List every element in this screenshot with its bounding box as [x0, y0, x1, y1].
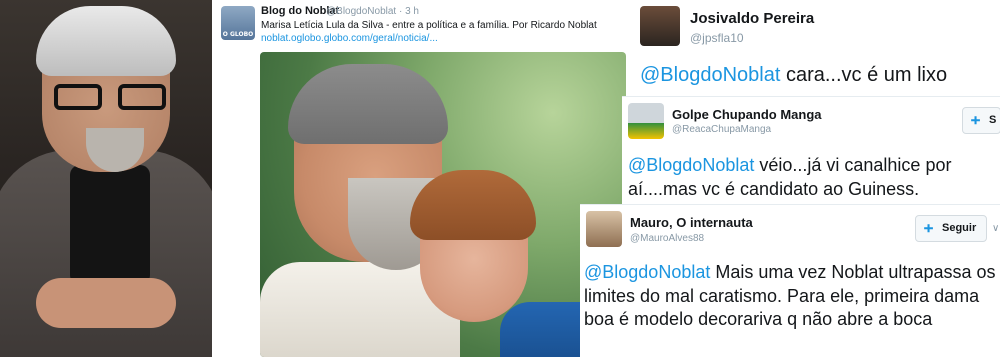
- reply-author-handle[interactable]: @jpsfla10: [690, 31, 744, 45]
- reply-text: @BlogdoNoblat véio...já vi canalhice por…: [628, 153, 1000, 201]
- tweet-time: · 3 h: [398, 6, 419, 17]
- follow-button[interactable]: ➕︎ S: [962, 107, 1000, 134]
- photo-man-hair: [288, 64, 448, 144]
- reply-text: @BlogdoNoblat Mais uma vez Noblat ultrap…: [584, 261, 1000, 332]
- handle-text: @BlogdoNoblat: [326, 6, 397, 17]
- portrait-hands: [36, 278, 176, 328]
- reply-card[interactable]: Golpe Chupando Manga @ReacaChupaManga ➕︎…: [622, 96, 1000, 204]
- follow-button-label: S: [989, 114, 997, 126]
- person-plus-icon: ➕︎: [971, 113, 981, 127]
- tweet-photo[interactable]: [260, 52, 626, 357]
- reply-card[interactable]: Mauro, O internauta @MauroAlves88 ➕︎ Seg…: [580, 204, 1000, 357]
- blog-avatar[interactable]: O GLOBO: [221, 6, 255, 40]
- follow-button-label: Seguir: [942, 222, 977, 234]
- main-tweet[interactable]: O GLOBO Blog do Noblat @BlogdoNoblat · 3…: [212, 0, 632, 357]
- reply-card[interactable]: Josivaldo Pereira @jpsfla10 @BlogdoNobla…: [632, 0, 1000, 96]
- reply-avatar[interactable]: [628, 103, 664, 139]
- chevron-down-icon[interactable]: ∨: [992, 223, 999, 234]
- reply-body: cara...vc é um lixo: [780, 64, 948, 86]
- portrait-hair: [36, 6, 176, 76]
- reply-author-name[interactable]: Mauro, O internauta: [630, 215, 753, 230]
- avatar-logo-text: O GLOBO: [222, 31, 254, 38]
- reply-mention[interactable]: @BlogdoNoblat: [628, 155, 754, 175]
- reply-mention[interactable]: @BlogdoNoblat: [640, 64, 780, 86]
- reply-mention[interactable]: @BlogdoNoblat: [584, 262, 710, 282]
- reply-avatar[interactable]: [586, 211, 622, 247]
- follow-button[interactable]: ➕︎ Seguir: [915, 215, 988, 242]
- reply-author-handle[interactable]: @ReacaChupaManga: [672, 124, 771, 135]
- reply-author-name[interactable]: Golpe Chupando Manga: [672, 107, 822, 122]
- tweet-link[interactable]: noblat.oglobo.globo.com/geral/noticia/..…: [261, 33, 438, 44]
- portrait-photo: [0, 0, 212, 357]
- person-plus-icon: ➕︎: [924, 221, 934, 235]
- portrait-glasses: [54, 84, 166, 110]
- reply-author-handle[interactable]: @MauroAlves88: [630, 233, 704, 244]
- tweet-author-handle: @BlogdoNoblat · 3 h: [326, 6, 419, 17]
- reply-avatar[interactable]: [640, 6, 680, 46]
- reply-author-name[interactable]: Josivaldo Pereira: [690, 10, 814, 27]
- reply-text: @BlogdoNoblat cara...vc é um lixo: [640, 64, 947, 87]
- tweet-text: Marisa Letícia Lula da Silva - entre a p…: [261, 20, 597, 31]
- portrait-shirt: [70, 165, 150, 285]
